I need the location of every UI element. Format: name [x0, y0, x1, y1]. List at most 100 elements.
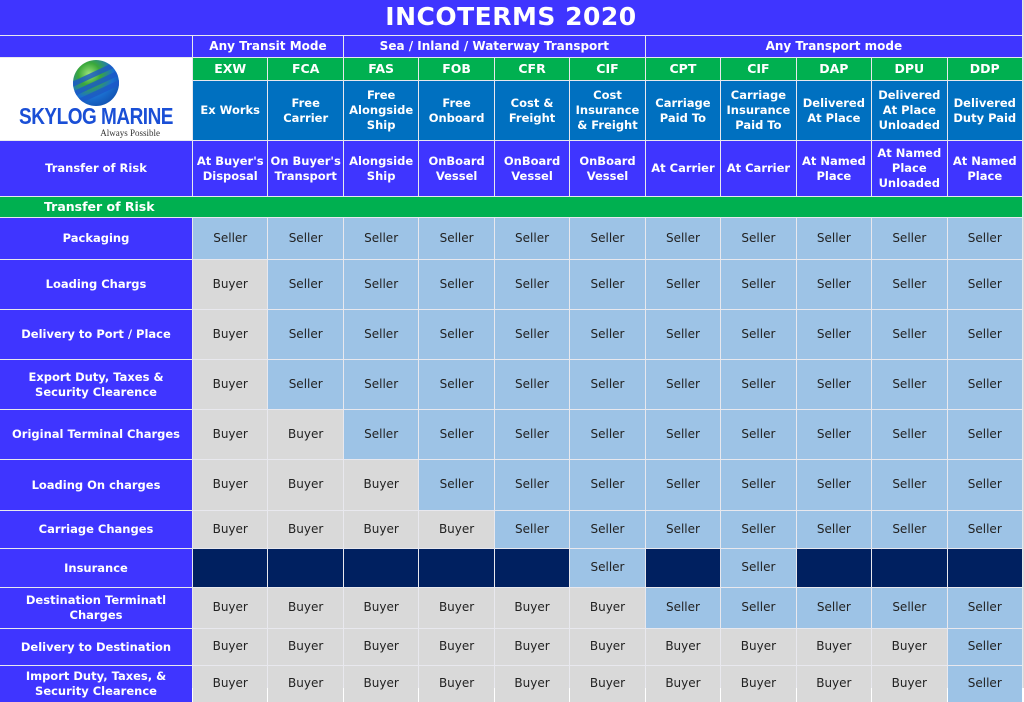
- responsibility-label: Destination Terminatl Charges: [0, 588, 192, 628]
- responsibility-cell: Buyer: [268, 629, 343, 665]
- incoterms-sheet: INCOTERMS 2020 Any Transit Mode Sea / Inl…: [0, 0, 1024, 702]
- term-risk-point: At Named Place: [947, 141, 1022, 196]
- term-name: Free Carrier: [268, 81, 343, 140]
- responsibility-cell: Seller: [494, 218, 570, 259]
- responsibility-cell: Seller: [343, 218, 419, 259]
- term-code: FAS: [343, 58, 419, 80]
- responsibility-cell: Buyer: [268, 460, 343, 510]
- responsibility-cell: Buyer: [645, 666, 721, 702]
- responsibility-cell: Seller: [721, 360, 796, 409]
- responsibility-cell: Buyer: [343, 629, 419, 665]
- not-applicable-cell: [494, 549, 570, 587]
- responsibility-cell: Seller: [570, 549, 645, 587]
- responsibility-label: Packaging: [0, 218, 192, 259]
- responsibility-cell: Buyer: [570, 629, 645, 665]
- responsibility-cell: Seller: [721, 260, 796, 309]
- term-code: EXW: [193, 58, 268, 80]
- responsibility-label: Loading On charges: [0, 460, 192, 510]
- responsibility-cell: Buyer: [419, 511, 494, 548]
- term-code: DAP: [796, 58, 872, 80]
- term-risk-point: OnBoard Vessel: [494, 141, 570, 196]
- responsibility-label: Export Duty, Taxes & Security Clearence: [0, 360, 192, 409]
- term-name: Delivered Duty Paid: [947, 81, 1022, 140]
- responsibility-cell: Buyer: [570, 588, 645, 628]
- responsibility-cell: Seller: [193, 218, 268, 259]
- responsibility-cell: Seller: [721, 410, 796, 459]
- responsibility-cell: Buyer: [268, 511, 343, 548]
- responsibility-cell: Buyer: [343, 511, 419, 548]
- responsibility-cell: Buyer: [193, 629, 268, 665]
- responsibility-cell: Seller: [343, 260, 419, 309]
- responsibility-cell: Seller: [268, 218, 343, 259]
- responsibility-cell: Seller: [947, 310, 1022, 359]
- term-name: Cost & Freight: [494, 81, 570, 140]
- responsibility-cell: Seller: [268, 260, 343, 309]
- responsibility-cell: Seller: [343, 360, 419, 409]
- term-risk-point: OnBoard Vessel: [570, 141, 645, 196]
- responsibility-cell: Seller: [343, 410, 419, 459]
- term-risk-point: At Carrier: [645, 141, 721, 196]
- responsibility-cell: Seller: [872, 460, 947, 510]
- responsibility-cell: Seller: [419, 260, 494, 309]
- responsibility-cell: Buyer: [193, 460, 268, 510]
- term-risk-point: At Named Place: [796, 141, 872, 196]
- term-name: Delivered At Place: [796, 81, 872, 140]
- term-name: Ex Works: [193, 81, 268, 140]
- term-code: DPU: [872, 58, 947, 80]
- responsibility-cell: Buyer: [343, 588, 419, 628]
- responsibility-cell: Seller: [419, 360, 494, 409]
- risk-row-label: Transfer of Risk: [0, 141, 192, 196]
- responsibility-cell: Buyer: [193, 260, 268, 309]
- term-code: CPT: [645, 58, 721, 80]
- responsibility-cell: Seller: [796, 218, 872, 259]
- responsibility-cell: Buyer: [193, 666, 268, 702]
- not-applicable-cell: [872, 549, 947, 587]
- incoterms-table: INCOTERMS 2020 Any Transit Mode Sea / Inl…: [0, 0, 1023, 702]
- responsibility-cell: Seller: [947, 260, 1022, 309]
- responsibility-cell: Seller: [494, 360, 570, 409]
- responsibility-cell: Seller: [872, 310, 947, 359]
- responsibility-cell: Seller: [947, 218, 1022, 259]
- responsibility-cell: Seller: [645, 360, 721, 409]
- responsibility-label: Delivery to Port / Place: [0, 310, 192, 359]
- term-name: Carriage Insurance Paid To: [721, 81, 796, 140]
- responsibility-label: Loading Chargs: [0, 260, 192, 309]
- responsibility-cell: Buyer: [494, 666, 570, 702]
- term-code: CIF: [570, 58, 645, 80]
- responsibility-cell: Seller: [796, 310, 872, 359]
- responsibility-cell: Buyer: [343, 666, 419, 702]
- responsibility-cell: Seller: [494, 511, 570, 548]
- responsibility-cell: Buyer: [193, 310, 268, 359]
- responsibility-cell: Seller: [570, 460, 645, 510]
- term-name: Delivered At Place Unloaded: [872, 81, 947, 140]
- responsibility-cell: Buyer: [193, 360, 268, 409]
- transport-group-header: Any Transport mode: [645, 36, 1022, 57]
- responsibility-cell: Seller: [570, 511, 645, 548]
- responsibility-cell: Seller: [645, 588, 721, 628]
- responsibility-cell: Seller: [419, 310, 494, 359]
- responsibility-cell: Seller: [872, 260, 947, 309]
- term-code: FCA: [268, 58, 343, 80]
- responsibility-cell: Buyer: [796, 629, 872, 665]
- responsibility-cell: Buyer: [419, 629, 494, 665]
- responsibility-cell: Buyer: [193, 410, 268, 459]
- not-applicable-cell: [947, 549, 1022, 587]
- responsibility-label: Carriage Changes: [0, 511, 192, 548]
- responsibility-cell: Seller: [494, 310, 570, 359]
- not-applicable-cell: [645, 549, 721, 587]
- responsibility-label: Original Terminal Charges: [0, 410, 192, 459]
- responsibility-cell: Seller: [645, 410, 721, 459]
- responsibility-cell: Seller: [645, 511, 721, 548]
- responsibility-label: Insurance: [0, 549, 192, 587]
- responsibility-cell: Seller: [872, 410, 947, 459]
- responsibility-cell: Seller: [721, 460, 796, 510]
- not-applicable-cell: [343, 549, 419, 587]
- responsibility-cell: Buyer: [419, 588, 494, 628]
- responsibility-cell: Seller: [721, 588, 796, 628]
- term-name: Free Alongside Ship: [343, 81, 419, 140]
- responsibility-cell: Seller: [570, 260, 645, 309]
- responsibility-cell: Seller: [721, 218, 796, 259]
- responsibility-cell: Seller: [947, 588, 1022, 628]
- responsibility-cell: Buyer: [193, 511, 268, 548]
- responsibility-cell: Seller: [570, 218, 645, 259]
